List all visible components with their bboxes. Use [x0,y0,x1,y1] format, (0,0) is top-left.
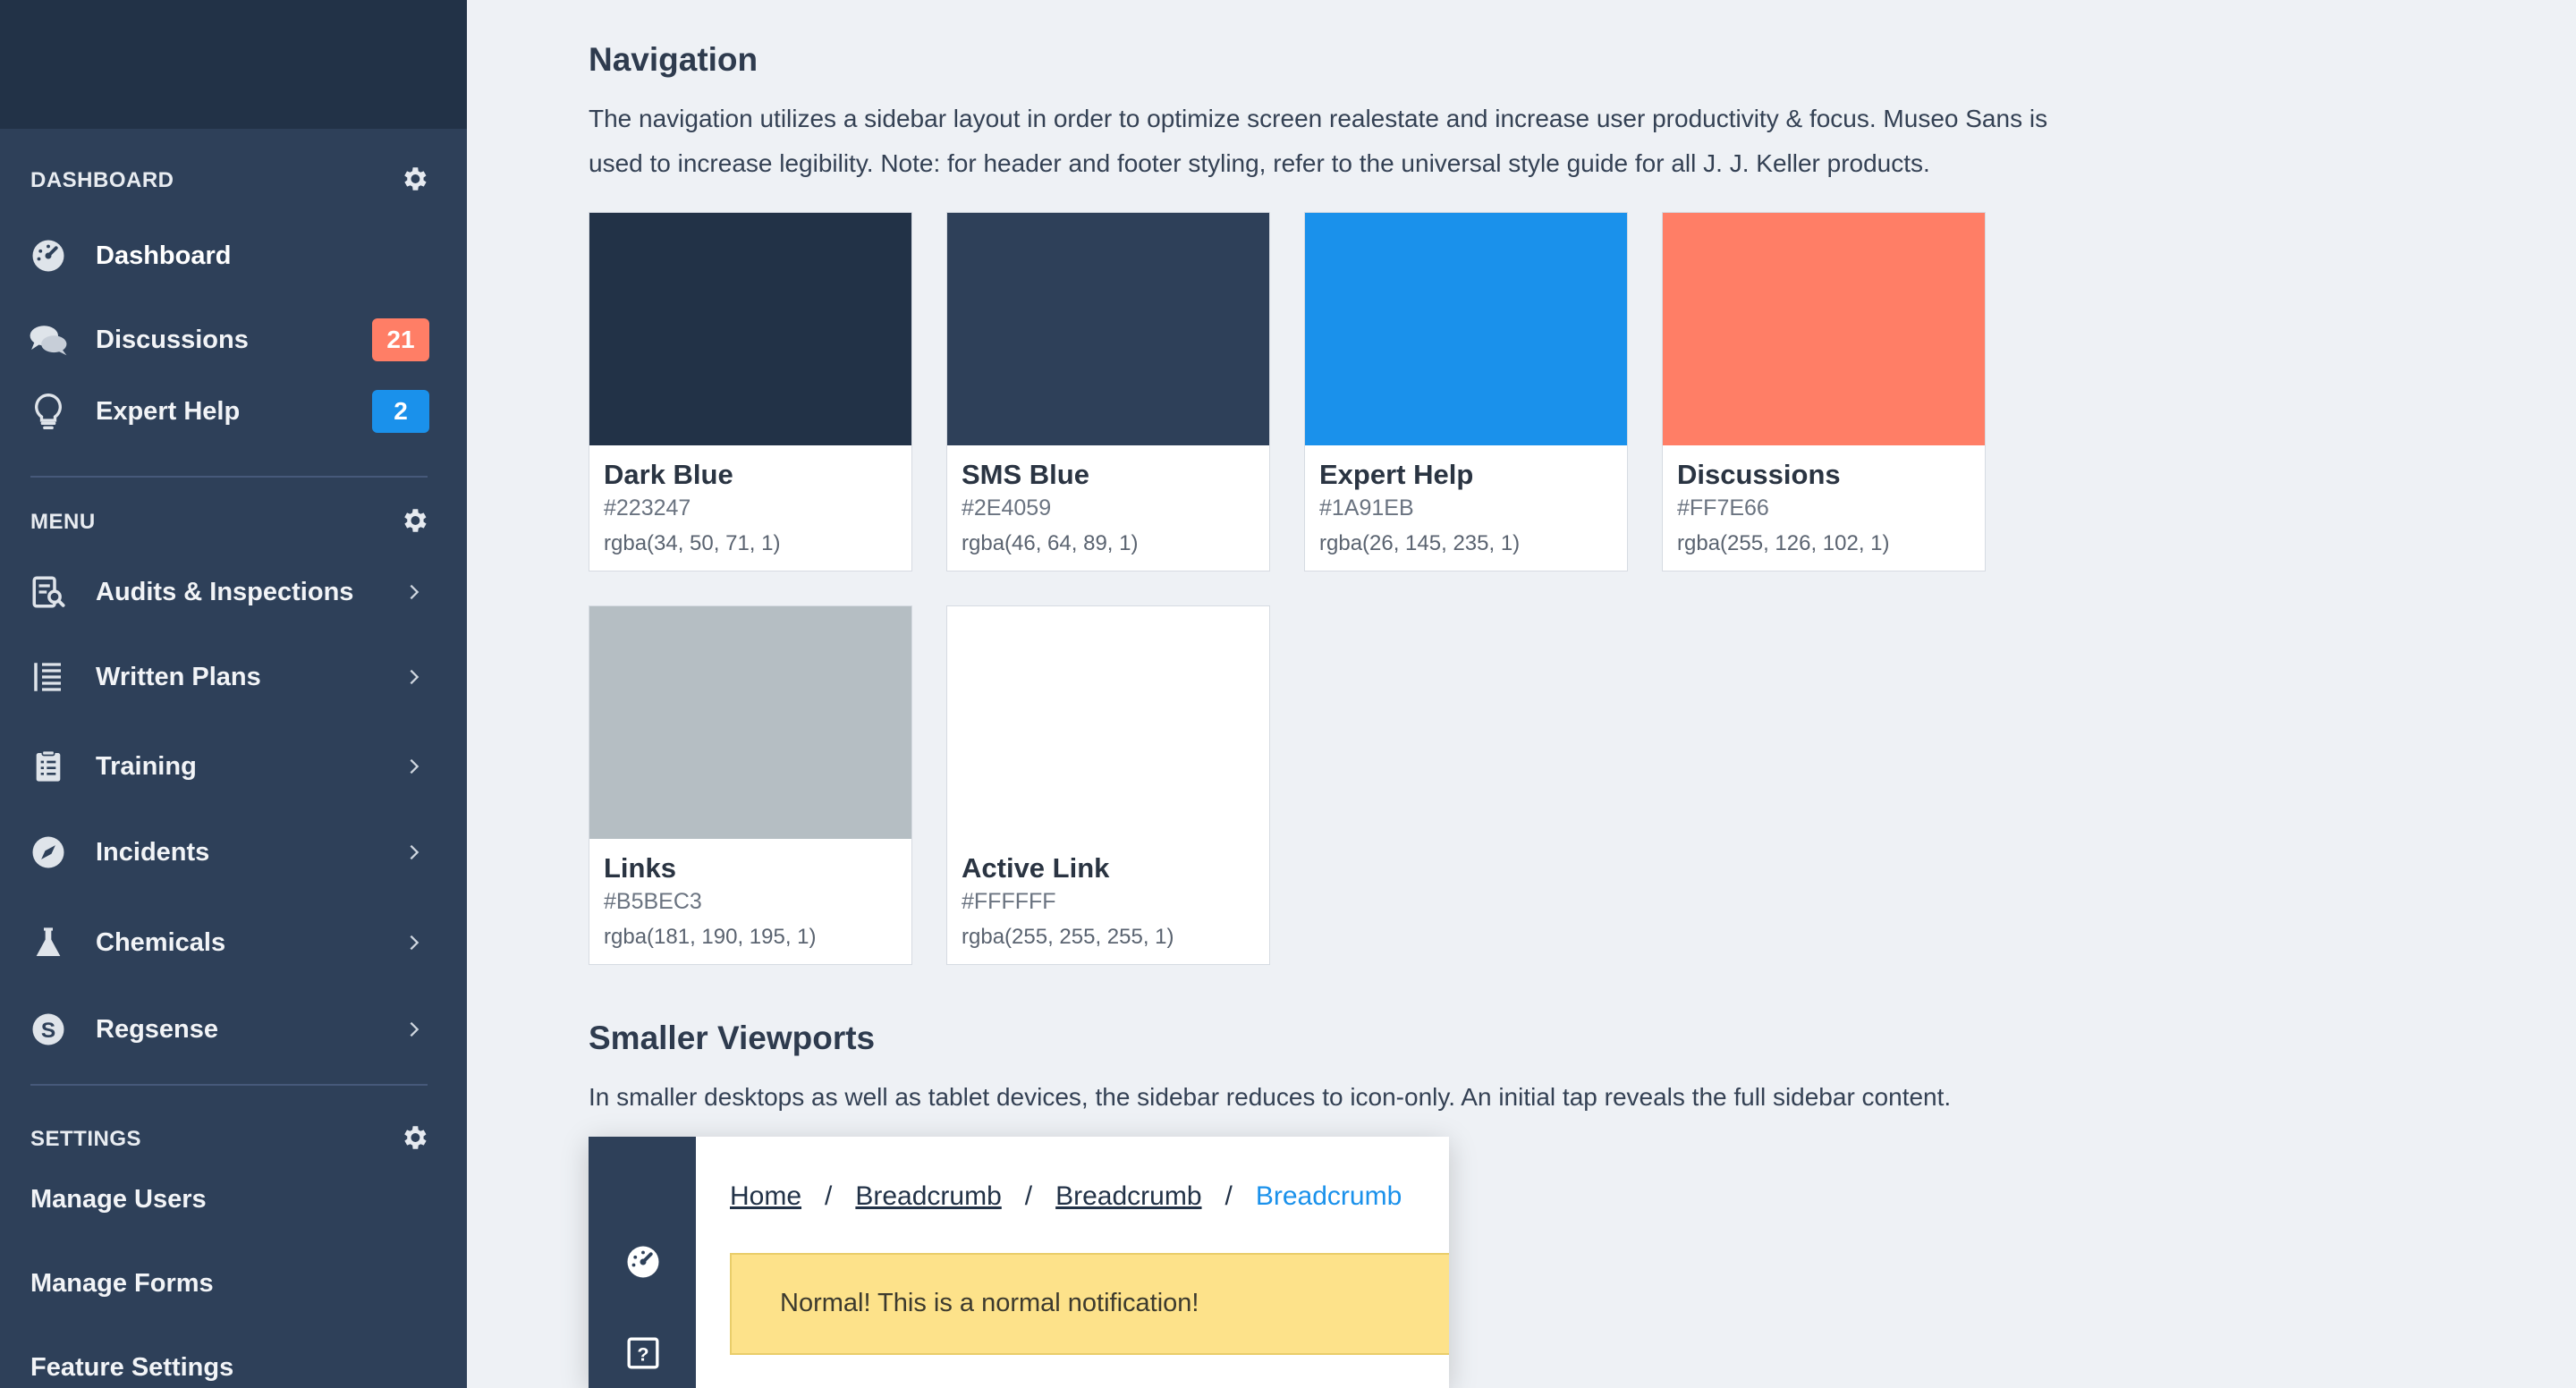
sidebar-item-label: Expert Help [96,396,241,426]
color-sample [947,606,1269,839]
color-swatch-card: Links #B5BEC3 rgba(181, 190, 195, 1) [589,605,912,965]
swatch-name: Dark Blue [604,459,733,490]
navigation-heading: Navigation [589,41,758,78]
gear-icon[interactable] [399,164,429,194]
swatch-rgba: rgba(26, 145, 235, 1) [1319,531,1521,555]
svg-text:S: S [41,1019,55,1043]
checklist-icon [29,747,68,786]
svg-text:?: ? [637,1342,648,1365]
section-heading-menu: MENU [30,510,96,534]
swatch-name: Active Link [962,852,1110,884]
swatch-rgba: rgba(46, 64, 89, 1) [962,531,1139,555]
sidebar-item-audits-inspections[interactable]: Audits & Inspections [0,561,467,623]
collapsed-sidebar: ? [589,1137,696,1388]
compass-icon [29,833,68,872]
color-swatch-card: Dark Blue #223247 rgba(34, 50, 71, 1) [589,212,912,571]
sidebar-item-label: Incidents [96,837,210,867]
sidebar-item-label: Regsense [96,1014,219,1044]
sidebar-item-label: Written Plans [96,662,261,691]
collapsed-sidebar-example: ? Home / Breadcrumb / Breadcrumb / Bread… [589,1137,1449,1388]
dashboard-gauge-icon[interactable] [624,1243,662,1281]
swatch-name: SMS Blue [962,459,1089,490]
sidebar-item-incidents[interactable]: Incidents [0,821,467,884]
breadcrumb-home-link[interactable]: Home [730,1181,801,1212]
swatch-hex: #223247 [604,495,691,520]
chevron-right-icon [410,935,419,951]
sidebar-item-label: Audits & Inspections [96,577,354,606]
swatch-rgba: rgba(34, 50, 71, 1) [604,531,781,555]
main-content: Navigation The navigation utilizes a sid… [467,0,2576,1388]
notification-banner: Normal! This is a normal notification! [730,1253,1449,1355]
color-swatch-card: Discussions #FF7E66 rgba(255, 126, 102, … [1662,212,1986,571]
breadcrumb-separator: / [1224,1181,1233,1211]
breadcrumb-active: Breadcrumb [1255,1181,1402,1211]
sidebar-item-label: Discussions [96,325,249,354]
color-swatch-card: Active Link #FFFFFF rgba(255, 255, 255, … [946,605,1270,965]
color-sample [589,213,911,445]
swatch-hex: #FFFFFF [962,889,1056,914]
sidebar-divider [30,1084,428,1086]
sidebar-item-label: Chemicals [96,927,226,957]
expert-help-count-badge: 2 [372,390,429,433]
chevron-right-icon [410,669,419,685]
chat-bubbles-icon [29,320,68,360]
flask-icon [29,923,68,962]
sidebar-item-written-plans[interactable]: Written Plans [0,646,467,708]
color-sample [947,213,1269,445]
section-heading-settings: SETTINGS [30,1127,142,1151]
sidebar-item-training[interactable]: Training [0,735,467,798]
swatch-name: Expert Help [1319,459,1474,490]
sidebar-item-label: Training [96,751,197,781]
section-heading-dashboard: DASHBOARD [30,168,174,192]
swatch-rgba: rgba(255, 255, 255, 1) [962,925,1174,949]
dashboard-gauge-icon [29,236,68,275]
navigation-description: The navigation utilizes a sidebar layout… [589,105,2048,177]
swatch-hex: #B5BEC3 [604,889,702,914]
color-sample [1663,213,1985,445]
chevron-right-icon [410,758,419,774]
swatch-name: Links [604,852,676,884]
color-sample [589,606,911,839]
swatch-hex: #1A91EB [1319,495,1414,520]
smaller-viewports-description: In smaller desktops as well as tablet de… [589,1083,1952,1111]
lightbulb-icon [29,392,68,431]
regsense-logo-icon: S [29,1010,68,1049]
sidebar-item-chemicals[interactable]: Chemicals [0,911,467,974]
chevron-right-icon [410,584,419,600]
sidebar-item-expert-help[interactable]: Expert Help 2 [0,380,467,443]
gear-icon[interactable] [399,1122,429,1153]
swatch-hex: #2E4059 [962,495,1052,520]
swatch-name: Discussions [1677,459,1841,490]
sidebar-item-discussions[interactable]: Discussions 21 [0,309,467,371]
sidebar-item-regsense[interactable]: S Regsense [0,998,467,1061]
chevron-right-icon [410,1021,419,1037]
breadcrumb: Home / Breadcrumb / Breadcrumb / Breadcr… [730,1181,1402,1212]
feature-settings-link[interactable]: Feature Settings [30,1353,233,1383]
breadcrumb-separator: / [1024,1181,1033,1211]
swatch-rgba: rgba(255, 126, 102, 1) [1677,531,1890,555]
breadcrumb-link[interactable]: Breadcrumb [855,1181,1001,1212]
chevron-right-icon [410,844,419,860]
color-swatch-card: Expert Help #1A91EB rgba(26, 145, 235, 1… [1304,212,1628,571]
breadcrumb-separator: / [825,1181,833,1211]
sidebar-item-label: Dashboard [96,241,232,270]
notification-text: Normal! This is a normal notification! [780,1289,1199,1317]
sidebar-header [0,0,467,129]
manage-forms-link[interactable]: Manage Forms [30,1269,214,1299]
manage-users-link[interactable]: Manage Users [30,1185,207,1214]
sidebar: DASHBOARD Dashboard Discussions 21 Exper… [0,0,467,1388]
sidebar-divider [30,476,428,478]
clipboard-search-icon [29,572,68,612]
swatch-hex: #FF7E66 [1677,495,1769,520]
gear-icon[interactable] [399,505,429,536]
sidebar-item-dashboard[interactable]: Dashboard [0,224,467,287]
discussions-count-badge: 21 [372,318,429,361]
color-swatch-card: SMS Blue #2E4059 rgba(46, 64, 89, 1) [946,212,1270,571]
color-sample [1305,213,1627,445]
swatch-rgba: rgba(181, 190, 195, 1) [604,925,817,949]
smaller-viewports-heading: Smaller Viewports [589,1020,876,1056]
breadcrumb-link[interactable]: Breadcrumb [1055,1181,1201,1212]
help-question-icon[interactable]: ? [625,1335,661,1371]
notebook-icon [29,657,68,697]
